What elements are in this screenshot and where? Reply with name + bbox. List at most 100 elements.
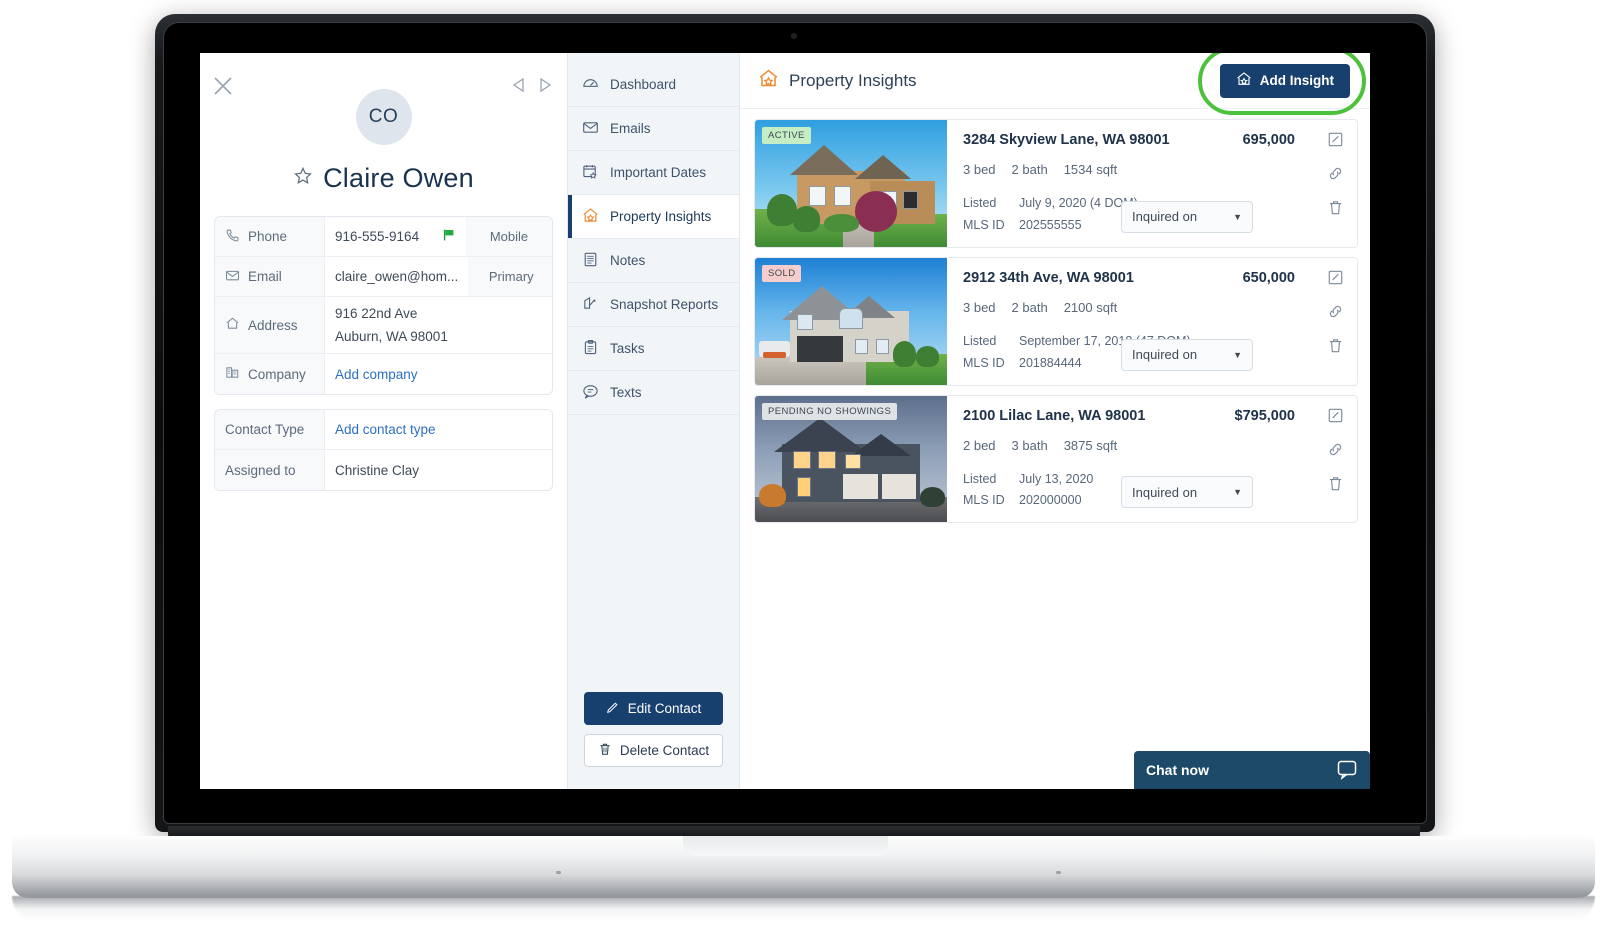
contact-row-label: Phone [215,217,325,256]
add-company-link[interactable]: Add company [335,367,418,382]
mls-value: 202000000 [1019,493,1082,508]
contact-panel: CO Claire Owen Phone 916-555-9164 Mobile… [200,53,568,789]
sidebar-item-snapshot-reports[interactable]: Snapshot Reports [568,283,739,327]
status-badge: ACTIVE [762,127,811,144]
property-card[interactable]: ACTIVE 3284 Skyview Lane, WA 98001 695,0… [754,119,1358,248]
edit-icon[interactable] [1327,407,1344,429]
avatar: CO [355,89,412,145]
property-baths: 2 bath [1011,299,1048,315]
contact-row-company[interactable]: Company Add company [215,354,552,395]
contact-row-value: 916-555-9164 [325,217,466,256]
property-thumbnail[interactable]: PENDING NO SHOWINGS [755,395,947,523]
clipboard-icon [582,339,599,359]
add-contact-type-link[interactable]: Add contact type [335,422,436,437]
house-star-icon [582,207,599,227]
sidebar-item-label: Texts [610,385,642,400]
sidebar-item-label: Emails [610,121,651,136]
address-line2: Auburn, WA 98001 [335,328,448,344]
property-card[interactable]: PENDING NO SHOWINGS 2100 Lilac Lane, WA … [754,394,1358,524]
property-card[interactable]: SOLD 2912 34th Ave, WA 98001 650,000 3 b… [754,256,1358,386]
sidebar-item-important-dates[interactable]: Important Dates [568,151,739,195]
sidebar-list: Dashboard Emails Important Dates Propert… [568,53,739,415]
property-details: 3284 Skyview Lane, WA 98001 695,000 3 be… [947,120,1313,247]
edit-icon[interactable] [1327,131,1344,153]
sidebar-item-notes[interactable]: Notes [568,239,739,283]
add-insight-label: Add Insight [1259,73,1334,88]
property-status-value: Inquired on [1132,209,1198,225]
contact-row-value[interactable]: Add company [325,354,552,394]
mls-label: MLS ID [963,355,1005,370]
sidebar-item-label: Important Dates [610,165,707,180]
property-address: 2100 Lilac Lane, WA 98001 [963,407,1146,424]
edit-contact-label: Edit Contact [627,701,702,716]
property-thumbnail[interactable]: SOLD [755,257,947,385]
link-icon[interactable] [1327,441,1344,463]
contact-row-value: claire_owen@hom... [335,269,459,284]
chevron-down-icon: ▼ [1233,487,1242,498]
link-icon[interactable] [1327,303,1344,325]
trash-icon[interactable] [1327,199,1344,221]
sidebar-item-property-insights[interactable]: Property Insights [568,195,739,239]
sidebar-item-dashboard[interactable]: Dashboard [568,63,739,107]
sidebar-item-tasks[interactable]: Tasks [568,327,739,371]
chevron-down-icon: ▼ [1233,211,1242,222]
contact-row-address[interactable]: Address 916 22nd Ave Auburn, WA 98001 [215,297,552,355]
sidebar-item-label: Notes [610,253,646,268]
pencil-icon [606,700,620,717]
edit-icon[interactable] [1327,269,1344,291]
delete-contact-button[interactable]: Delete Contact [584,734,723,767]
trash-icon[interactable] [1327,337,1344,359]
chat-widget[interactable]: Chat now [1134,751,1370,789]
property-status-select[interactable]: Inquired on ▼ [1121,200,1253,233]
contact-row-phone[interactable]: Phone 916-555-9164 Mobile [215,217,552,257]
sidebar-item-emails[interactable]: Emails [568,107,739,151]
gauge-icon [582,75,599,95]
property-status-value: Inquired on [1132,347,1198,362]
property-beds: 2 bed [963,437,996,453]
next-arrow-icon[interactable] [537,77,553,93]
edit-contact-button[interactable]: Edit Contact [584,692,723,725]
property-status-select[interactable]: Inquired on ▼ [1121,338,1253,371]
link-icon[interactable] [1327,165,1344,187]
close-icon[interactable] [212,75,234,97]
contact-row-label: Email [215,257,325,296]
add-insight-wrap: Add Insight [1197,53,1366,115]
chat-bubble-icon[interactable] [1336,758,1358,783]
listed-label: Listed [963,196,997,210]
contact-row-label-text: Address [248,317,298,333]
property-actions [1313,396,1357,523]
snapshot-icon [582,295,599,315]
sidebar-item-label: Property Insights [610,209,712,224]
property-details: 2912 34th Ave, WA 98001 650,000 3 bed 2 … [947,258,1313,385]
mls-label: MLS ID [963,493,1005,508]
property-beds: 3 bed [963,299,996,315]
mls-value: 201884444 [1019,355,1082,370]
contact-row-label-text: Email [248,269,282,284]
main-content: Property Insights Add Insight ACTIVE 328… [740,53,1370,789]
property-price: 650,000 [1242,269,1295,286]
contact-row-assigned-to[interactable]: Assigned to Christine Clay [215,450,552,491]
chat-icon [582,383,599,403]
property-status-select[interactable]: Inquired on ▼ [1121,476,1253,509]
contact-row-contact-type[interactable]: Contact Type Add contact type [215,410,552,451]
phone-value: 916-555-9164 [335,229,420,244]
address-line1: 916 22nd Ave [335,306,418,321]
listed-value: July 9, 2020 (4 DOM) [1019,196,1138,210]
trash-icon[interactable] [1327,475,1344,497]
sidebar-item-label: Tasks [610,341,645,356]
phone-type-tag: Mobile [466,217,552,256]
building-icon [225,365,240,383]
sidebar-item-texts[interactable]: Texts [568,371,739,415]
property-thumbnail[interactable]: ACTIVE [755,120,947,247]
property-baths: 3 bath [1011,437,1048,453]
property-sqft: 3875 sqft [1063,437,1118,453]
property-actions [1313,120,1357,247]
contact-row-value[interactable]: Add contact type [325,410,552,449]
flag-icon [442,228,456,245]
screen: CO Claire Owen Phone 916-555-9164 Mobile… [200,53,1370,789]
prev-arrow-icon[interactable] [511,77,527,93]
contact-row-email[interactable]: Email claire_owen@hom... Primary [215,257,552,297]
property-beds: 3 bed [963,162,996,177]
property-specs: 3 bed 2 bath 1534 sqft [963,162,1313,177]
add-insight-button[interactable]: Add Insight [1219,63,1350,98]
